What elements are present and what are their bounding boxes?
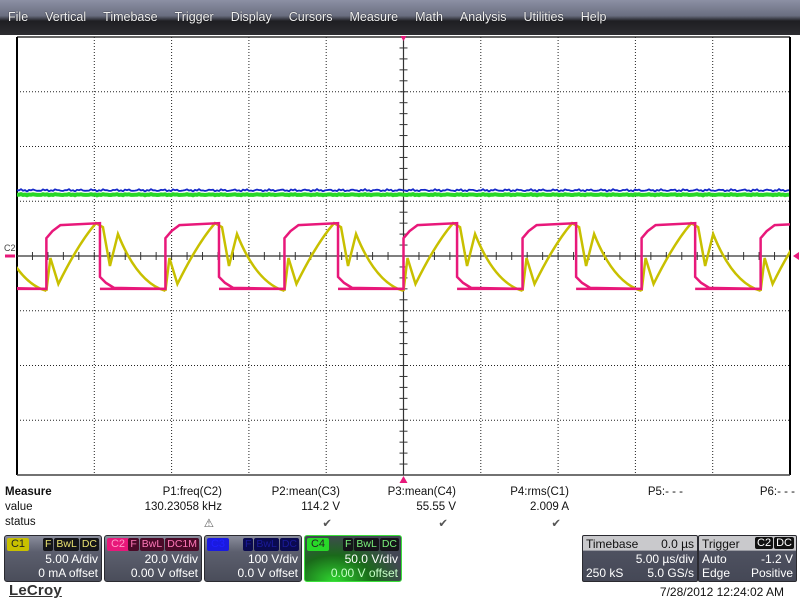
measure-param-1-name[interactable]: P1:freq(C2) (102, 486, 222, 498)
channel-flag: BwL (139, 538, 165, 551)
channel-flag: F (242, 538, 254, 551)
channel-offset: 0.00 V offset (330, 566, 398, 580)
menu-help[interactable]: Help (573, 10, 616, 24)
menu-analysis[interactable]: Analysis (452, 10, 516, 24)
menu-vertical[interactable]: Vertical (37, 10, 95, 24)
status-row-label: status (5, 516, 36, 528)
channel-vdiv: 20.0 V/div (144, 552, 198, 566)
measure-param-4-name[interactable]: P4:rms(C1) (449, 486, 569, 498)
trigger-coupling: DC (774, 537, 794, 549)
channel-flag: BwL (354, 538, 379, 551)
menu-measure[interactable]: Measure (341, 10, 407, 24)
channel-flag: DC (279, 538, 299, 551)
timebase-delay: 0.0 µs (661, 537, 694, 551)
channel-flag: F (128, 538, 139, 551)
channel-c3-panel[interactable]: C3 F BwL DC 100 V/div 0.0 V offset (204, 535, 302, 582)
measure-param-3-value: 55.55 V (416, 501, 456, 513)
channel-flag: F (42, 538, 54, 551)
channel-badge: C2 (107, 538, 129, 551)
trigger-badges: C2 DC (755, 537, 794, 549)
trigger-level-marker (793, 252, 799, 260)
channel-c2-panel[interactable]: C2 F BwL DC1M 20.0 V/div 0.00 V offset (104, 535, 202, 582)
menu-bar: File Vertical Timebase Trigger Display Cursor… (0, 0, 800, 35)
channel-flag: DC (79, 538, 99, 551)
warning-icon: ⚠ (203, 518, 214, 530)
channel-flag: BwL (54, 538, 79, 551)
trigger-position-marker (399, 476, 408, 483)
timebase-panel[interactable]: Timebase 0.0 µs 5.00 µs/div 250 kS 5.0 G… (582, 535, 698, 582)
trigger-top-marker (400, 36, 407, 41)
waveform-display[interactable]: C2 (0, 35, 800, 483)
measure-param-2-name[interactable]: P2:mean(C3) (220, 486, 340, 498)
channel-c4-panel[interactable]: C4 F BwL DC 50.0 V/div 0.00 V offset (304, 535, 402, 582)
measure-param-1-value: 130.23058 kHz (144, 501, 222, 513)
check-icon: ✔ (438, 518, 448, 530)
channel-vdiv: 100 V/div (247, 552, 298, 566)
channel-flag: DC (379, 538, 399, 551)
trace-c4 (16, 191, 790, 198)
channel-c1-panel[interactable]: C1 F BwL DC 5.00 A/div 0 mA offset (4, 535, 102, 582)
menu-display[interactable]: Display (223, 10, 281, 24)
timebase-tdiv: 5.00 µs/div (635, 552, 694, 566)
measure-param-3-name[interactable]: P3:mean(C4) (336, 486, 456, 498)
channel-c2-ground-marker (5, 254, 15, 258)
lecroy-logo: LeCroy (9, 582, 62, 599)
value-row-label: value (5, 501, 33, 513)
menu-cursors[interactable]: Cursors (281, 10, 342, 24)
trigger-panel[interactable]: Trigger C2 DC Auto -1.2 V Edge Positive (698, 535, 797, 582)
trigger-source: C2 (755, 537, 774, 549)
trigger-title: Trigger (702, 537, 740, 551)
channel-badge: C1 (7, 538, 29, 551)
graticule: C2 (4, 36, 799, 483)
measure-title: Measure (5, 486, 52, 498)
channel-flag: DC1M (165, 538, 199, 551)
menu-utilities[interactable]: Utilities (515, 10, 572, 24)
channel-badge: C4 (307, 538, 329, 551)
timebase-rate: 5.0 GS/s (647, 566, 694, 580)
trigger-mode: Auto (702, 552, 727, 566)
channel-offset: 0.00 V offset (130, 566, 198, 580)
channel-flags: F BwL DC (342, 538, 399, 551)
channel-c2-label: C2 (4, 243, 16, 253)
trace-c1 (17, 221, 790, 293)
channel-flags: F BwL DC1M (128, 538, 199, 551)
measure-param-2-value: 114.2 V (301, 501, 340, 513)
measure-table[interactable]: Measure value status P1:freq(C2) 130.2305… (0, 486, 800, 534)
measure-param-6-name[interactable]: P6:- - - (675, 486, 795, 498)
channel-vdiv: 50.0 V/div (344, 552, 398, 566)
trigger-slope: Positive (750, 566, 793, 580)
channel-flags: F BwL DC (42, 538, 99, 551)
channel-vdiv: 5.00 A/div (45, 552, 98, 566)
menu-trigger[interactable]: Trigger (167, 10, 223, 24)
channel-flags: F BwL DC (242, 538, 299, 551)
channel-offset: 0 mA offset (38, 566, 98, 580)
menu-file[interactable]: File (0, 10, 37, 24)
channel-flag: BwL (254, 538, 279, 551)
check-icon: ✔ (551, 518, 561, 530)
measure-param-5-name[interactable]: P5:- - - (563, 486, 683, 498)
menu-timebase[interactable]: Timebase (95, 10, 166, 24)
channel-offset: 0.0 V offset (237, 566, 299, 580)
timebase-samples: 250 kS (586, 566, 624, 580)
check-icon: ✔ (322, 518, 332, 530)
timebase-title: Timebase (586, 537, 639, 551)
datetime: 7/28/2012 12:24:02 AM (659, 585, 784, 599)
trigger-level: -1.2 V (760, 552, 793, 566)
channel-flag: F (342, 538, 354, 551)
menu-math[interactable]: Math (407, 10, 452, 24)
measure-param-4-value: 2.009 A (529, 501, 569, 513)
trigger-type: Edge (702, 566, 731, 580)
channel-badge: C3 (207, 538, 229, 551)
